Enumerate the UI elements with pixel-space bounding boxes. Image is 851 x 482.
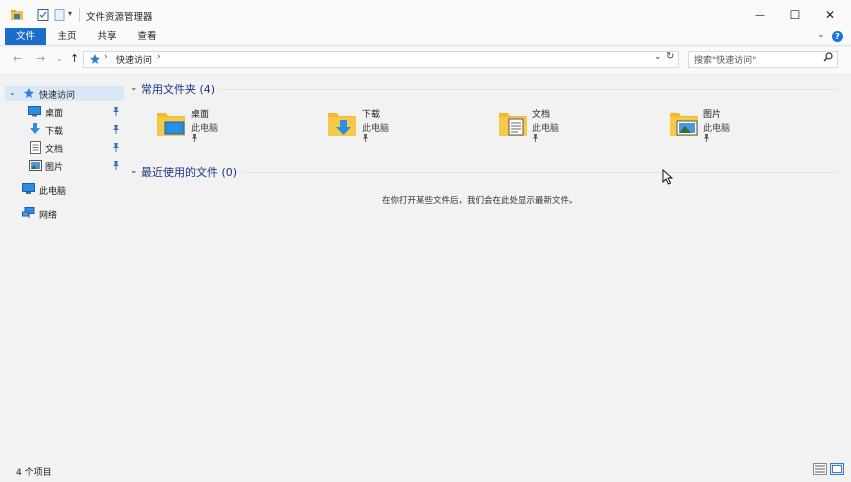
desktop-folder-icon — [157, 113, 185, 136]
tab-home[interactable]: 主页 — [50, 28, 84, 45]
recent-files-heading[interactable]: 最近使用的文件 (0) — [141, 164, 237, 180]
frequent-folders-heading[interactable]: 常用文件夹 (4) — [141, 81, 215, 97]
recent-locations-icon[interactable]: ⌄ — [56, 54, 63, 63]
path-separator[interactable]: › — [104, 52, 108, 62]
back-button[interactable]: ← — [13, 52, 22, 65]
maximize-button[interactable]: ☐ — [778, 0, 812, 30]
ribbon-bar — [0, 28, 851, 46]
search-input[interactable]: 搜索"快速访问" — [694, 53, 756, 66]
sidebar-item-pictures[interactable]: 图片 — [45, 160, 63, 173]
address-dropdown-icon[interactable]: ⌄ — [654, 52, 662, 62]
folder-name: 下载 — [362, 110, 381, 120]
pin-icon[interactable] — [112, 143, 120, 154]
collapse-recent-icon[interactable]: ⌄ — [130, 166, 138, 176]
chevron-down-icon[interactable]: ⌄ — [9, 88, 16, 97]
customize-dropdown-icon[interactable]: ▾ — [68, 9, 72, 18]
tab-view[interactable]: 查看 — [130, 28, 164, 45]
folder-location: 此电脑 — [362, 124, 390, 134]
item-count: 4 个项目 — [16, 468, 52, 478]
expand-ribbon-icon[interactable]: ⌄ — [817, 30, 825, 40]
pictures-folder-icon — [670, 113, 698, 136]
search-icon[interactable] — [823, 52, 833, 65]
large-icons-view-icon[interactable] — [830, 463, 844, 475]
folder-icon[interactable] — [10, 8, 24, 22]
sidebar-item-network[interactable]: 网络 — [39, 208, 57, 221]
help-icon[interactable]: ? — [832, 31, 843, 42]
pin-icon — [362, 134, 369, 144]
pin-icon — [191, 134, 198, 144]
document-icon — [30, 141, 41, 154]
folder-name: 桌面 — [191, 110, 210, 120]
path-separator[interactable]: › — [157, 52, 161, 62]
folder-name: 图片 — [703, 110, 722, 120]
folder-name: 文档 — [532, 110, 551, 120]
empty-recent-message: 在你打开某些文件后，我们会在此处显示最新文件。 — [382, 196, 578, 206]
quick-access-icon — [89, 53, 101, 65]
window-title: 文件资源管理器 — [86, 12, 153, 23]
desktop-icon — [28, 106, 41, 117]
properties-icon[interactable] — [36, 8, 50, 22]
download-folder-icon — [328, 113, 356, 136]
pin-icon — [703, 134, 710, 144]
tab-share[interactable]: 共享 — [90, 28, 124, 45]
group-divider — [242, 172, 838, 173]
address-bar[interactable] — [83, 51, 679, 68]
up-button[interactable]: ↑ — [70, 52, 79, 65]
folder-location: 此电脑 — [532, 124, 560, 134]
title-divider — [79, 8, 80, 22]
folder-tile-downloads[interactable] — [326, 108, 358, 143]
sidebar-item-label: 快速访问 — [39, 91, 76, 101]
pin-icon[interactable] — [112, 161, 120, 172]
close-button[interactable]: ✕ — [813, 0, 847, 30]
folder-tile-pictures[interactable] — [668, 108, 700, 143]
network-icon — [22, 207, 35, 219]
folder-tile-desktop[interactable] — [155, 108, 187, 143]
tab-file[interactable]: 文件 — [5, 28, 46, 45]
forward-button[interactable]: → — [36, 52, 45, 65]
folder-location: 此电脑 — [191, 124, 219, 134]
address-path[interactable]: 快速访问 — [116, 53, 152, 66]
sidebar-item-desktop[interactable]: 桌面 — [45, 106, 63, 119]
mouse-cursor-icon — [662, 168, 674, 185]
quick-access-star-icon — [23, 87, 35, 99]
group-divider — [220, 89, 838, 90]
pin-icon[interactable] — [112, 125, 120, 136]
minimize-button[interactable]: — — [743, 0, 777, 30]
collapse-frequent-icon[interactable]: ⌄ — [130, 83, 138, 93]
pin-icon — [532, 134, 539, 144]
sidebar-item-documents[interactable]: 文档 — [45, 142, 63, 155]
status-bar — [0, 458, 851, 482]
refresh-icon[interactable]: ↻ — [666, 51, 674, 62]
new-folder-icon[interactable] — [53, 8, 67, 22]
sidebar-item-downloads[interactable]: 下载 — [45, 124, 63, 137]
pin-icon[interactable] — [112, 107, 120, 118]
download-icon — [29, 123, 41, 135]
computer-icon — [22, 183, 35, 195]
folder-tile-documents[interactable] — [497, 108, 529, 143]
document-folder-icon — [499, 113, 527, 136]
details-view-icon[interactable] — [813, 463, 827, 475]
sidebar-item-this-pc[interactable]: 此电脑 — [39, 184, 66, 197]
folder-location: 此电脑 — [703, 124, 731, 134]
pictures-icon — [29, 160, 42, 171]
